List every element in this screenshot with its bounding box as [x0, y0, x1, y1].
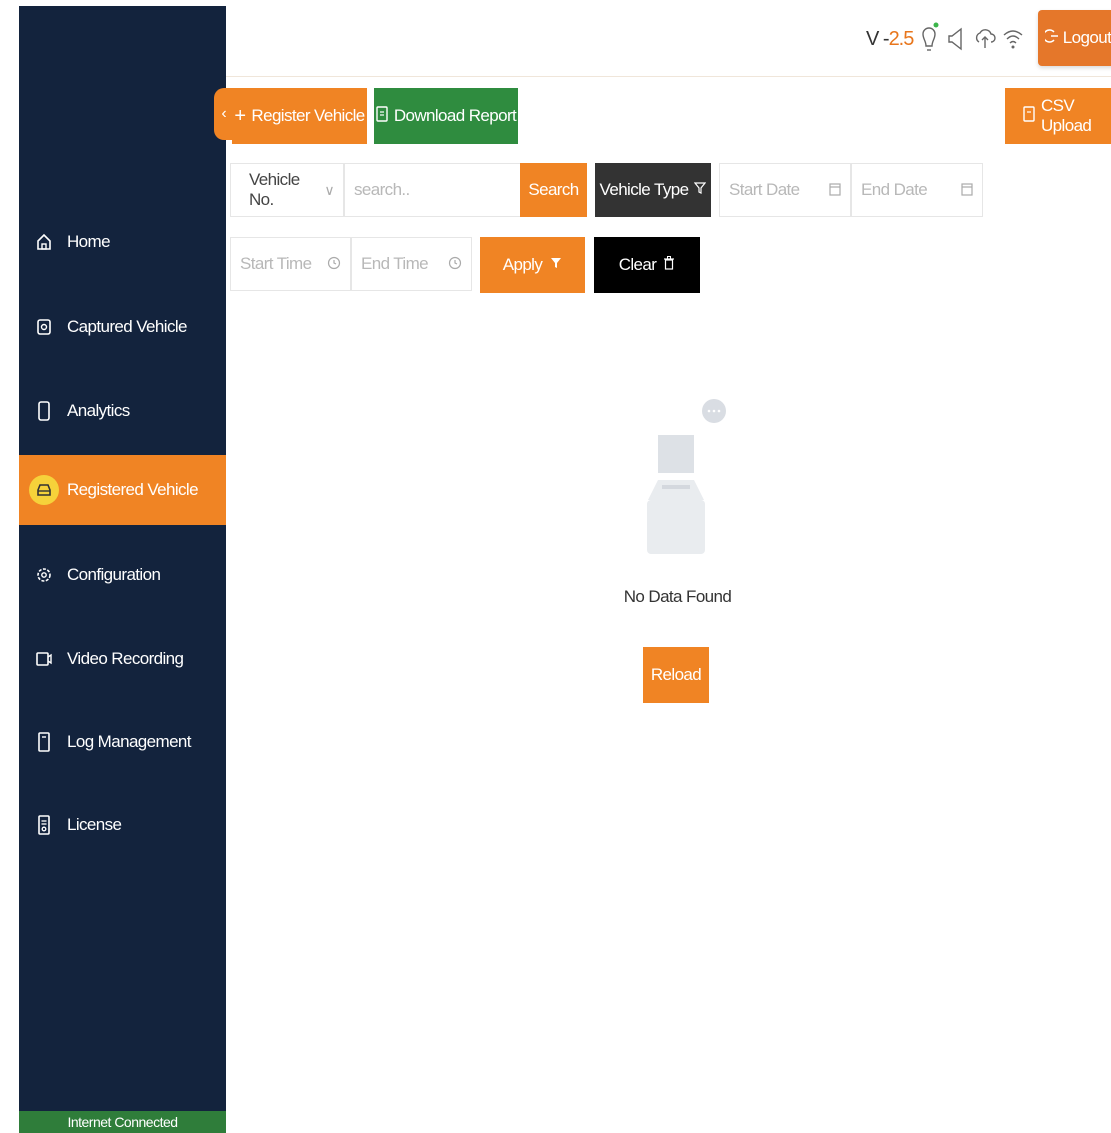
- register-vehicle-button[interactable]: + Register Vehicle: [232, 88, 367, 144]
- empty-state: [600, 385, 750, 565]
- cloud-upload-icon[interactable]: [972, 21, 998, 57]
- sidebar-item-label: Configuration: [67, 565, 161, 584]
- logout-icon: [1042, 28, 1059, 49]
- search-placeholder: search..: [354, 180, 410, 199]
- logout-label: Logout: [1062, 28, 1111, 47]
- sidebar-item-label: Analytics: [67, 401, 130, 420]
- no-data-message: No Data Found: [623, 587, 732, 606]
- sidebar-item-label: Captured Vehicle: [67, 317, 187, 336]
- end-time-input[interactable]: End Time: [351, 237, 472, 291]
- sidebar-item-log-management[interactable]: Log Management: [19, 707, 226, 777]
- sidebar: Home Captured Vehicle Analytics Register…: [19, 6, 226, 1133]
- chevron-down-icon: ∨: [324, 181, 334, 198]
- search-field-value: Vehicle No.: [249, 170, 300, 209]
- trash-icon: [663, 255, 675, 276]
- connection-status: Internet Connected: [19, 1111, 226, 1133]
- clock-icon: [327, 256, 341, 273]
- download-report-button[interactable]: Download Report: [374, 88, 518, 144]
- sidebar-item-license[interactable]: License: [19, 790, 226, 860]
- csv-upload-button[interactable]: CSV Upload: [1005, 88, 1111, 144]
- video-icon: [29, 644, 59, 674]
- speaker-icon[interactable]: [944, 21, 970, 57]
- sidebar-item-label: Video Recording: [67, 649, 184, 668]
- start-date-placeholder: Start Date: [729, 180, 800, 199]
- sidebar-item-label: Registered Vehicle: [67, 480, 199, 499]
- search-input[interactable]: search..: [344, 163, 521, 217]
- register-vehicle-label: Register Vehicle: [251, 106, 365, 125]
- sidebar-item-label: License: [67, 815, 122, 834]
- sidebar-item-captured-vehicle[interactable]: Captured Vehicle: [19, 292, 226, 362]
- sidebar-item-configuration[interactable]: Configuration: [19, 540, 226, 610]
- clock-icon: [448, 256, 462, 273]
- reload-button[interactable]: Reload: [643, 647, 709, 703]
- clear-label: Clear: [618, 255, 657, 274]
- csv-upload-label: CSV Upload: [1041, 96, 1092, 135]
- document-icon: [1023, 105, 1035, 127]
- phone-icon: [29, 396, 59, 426]
- bulb-icon[interactable]: [916, 21, 942, 57]
- calendar-icon: [829, 182, 841, 199]
- home-icon: [29, 227, 59, 257]
- sidebar-item-analytics[interactable]: Analytics: [19, 376, 226, 446]
- chevron-left-icon: ‹: [221, 105, 227, 122]
- end-date-placeholder: End Date: [861, 180, 928, 199]
- car-icon: [29, 475, 59, 505]
- sidebar-item-registered-vehicle[interactable]: Registered Vehicle: [19, 455, 226, 525]
- wifi-icon[interactable]: [1000, 21, 1026, 57]
- end-date-input[interactable]: End Date: [851, 163, 983, 217]
- sidebar-item-home[interactable]: Home: [19, 207, 226, 277]
- filter-icon: [694, 180, 707, 200]
- document-icon: [376, 105, 388, 127]
- gear-icon: [29, 560, 59, 590]
- vehicle-type-label: Vehicle Type: [599, 180, 689, 199]
- start-time-input[interactable]: Start Time: [230, 237, 351, 291]
- top-header: V -2.5 Logout: [226, 6, 1111, 77]
- search-field-select[interactable]: Vehicle No. ∨: [230, 163, 344, 217]
- vehicle-type-button[interactable]: Vehicle Type: [595, 163, 711, 217]
- empty-inbox-icon: [647, 399, 726, 554]
- version-label: V -2.5: [866, 28, 915, 51]
- sidebar-item-video-recording[interactable]: Video Recording: [19, 624, 226, 694]
- log-icon: [29, 727, 59, 757]
- plus-icon: +: [234, 104, 246, 127]
- filter-icon: [550, 255, 562, 275]
- apply-button[interactable]: Apply: [480, 237, 585, 293]
- logout-button[interactable]: Logout: [1038, 10, 1111, 66]
- download-report-label: Download Report: [393, 106, 517, 125]
- start-date-input[interactable]: Start Date: [719, 163, 851, 217]
- clear-button[interactable]: Clear: [594, 237, 700, 293]
- version-prefix: V -: [866, 28, 890, 50]
- sidebar-item-label: Log Management: [67, 732, 192, 751]
- version-number: 2.5: [888, 28, 915, 50]
- sidebar-item-label: Home: [67, 232, 111, 251]
- search-button[interactable]: Search: [520, 163, 587, 217]
- end-time-placeholder: End Time: [361, 254, 429, 273]
- license-icon: [29, 810, 59, 840]
- apply-label: Apply: [502, 255, 543, 274]
- camera-icon: [29, 312, 59, 342]
- calendar-icon: [961, 182, 973, 199]
- start-time-placeholder: Start Time: [240, 254, 312, 273]
- collapse-sidebar-button[interactable]: ‹: [214, 88, 234, 140]
